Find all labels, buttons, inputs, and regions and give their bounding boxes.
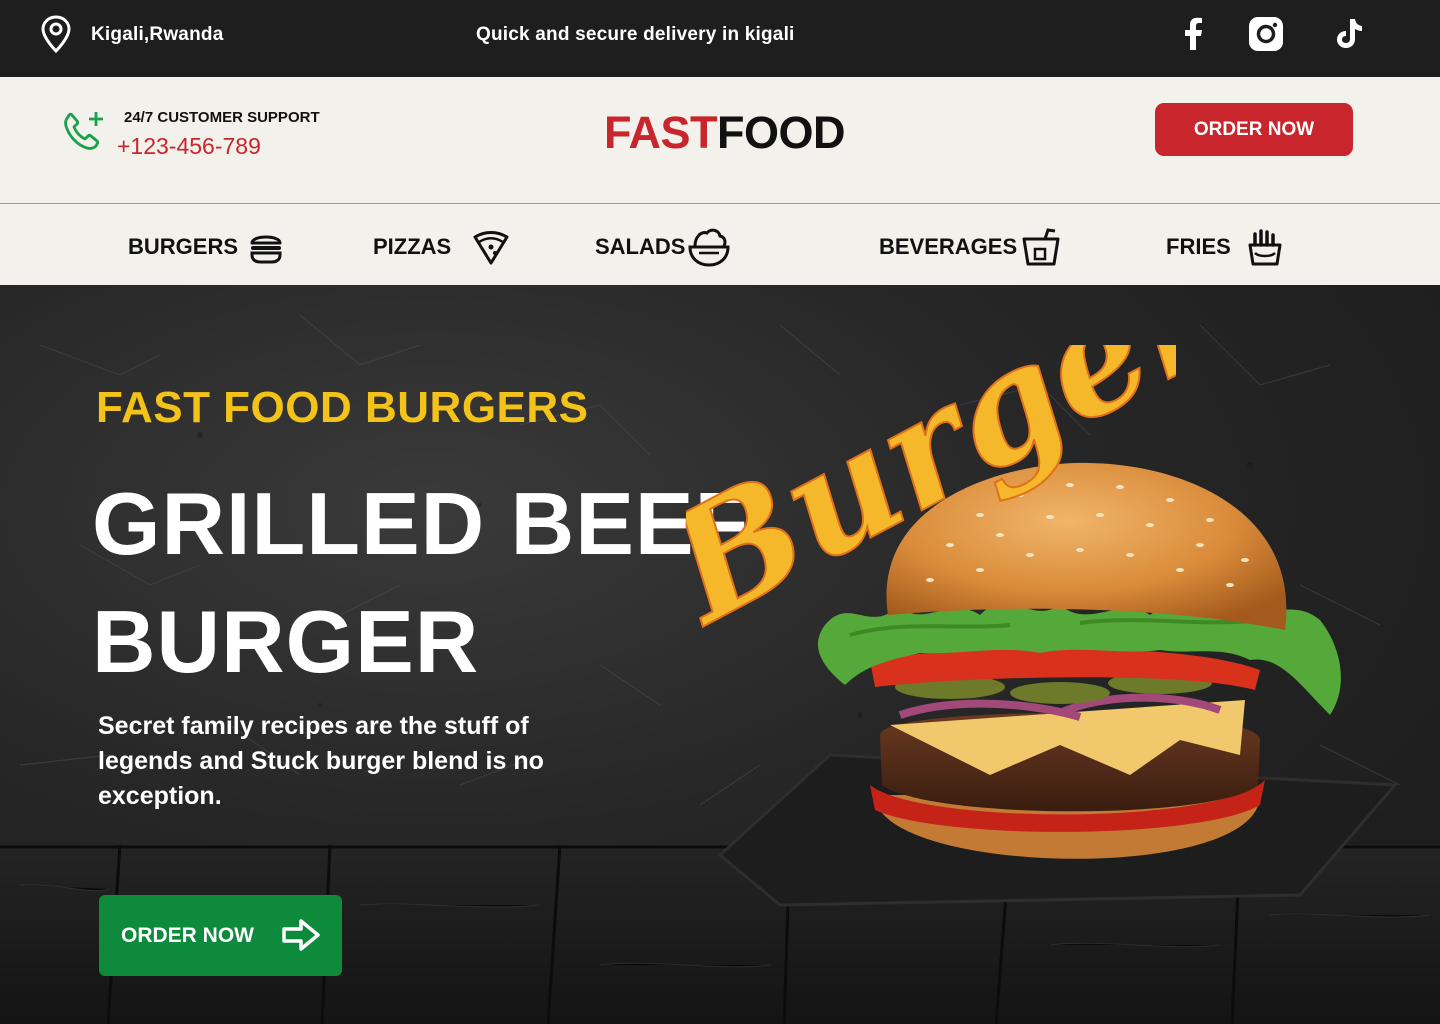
hero-description: Secret family recipes are the stuff of l… (98, 712, 544, 810)
phone-add-icon (64, 112, 103, 150)
facebook-icon[interactable] (1174, 14, 1214, 54)
nav-item-beverages[interactable]: BEVERAGES (879, 225, 1061, 269)
tiktok-icon[interactable] (1328, 14, 1368, 54)
hero-title: GRILLED BEEF BURGER (92, 465, 749, 701)
delivery-tagline: Quick and secure delivery in kigali (476, 24, 795, 45)
salad-bowl-icon (688, 228, 730, 267)
hero-kicker: FAST FOOD BURGERS (96, 383, 589, 432)
hero-section: FAST FOOD BURGERS GRILLED BEEF BURGER Se… (0, 285, 1440, 1024)
top-bar: Kigali,Rwanda Quick and secure delivery … (0, 0, 1440, 77)
nav-label: BEVERAGES (879, 234, 1018, 259)
hero-order-now-button[interactable]: ORDER NOW (99, 895, 342, 976)
pizza-icon (473, 231, 509, 265)
hero-title-line1: GRILLED BEEF (92, 474, 750, 573)
instagram-icon[interactable] (1246, 14, 1286, 54)
nav-item-pizzas[interactable]: PIZZAS (373, 225, 511, 269)
beverage-icon (1022, 228, 1060, 266)
nav-label: PIZZAS (373, 234, 452, 259)
nav-label: FRIES (1166, 234, 1231, 259)
hero-title-line2: BURGER (92, 592, 480, 691)
arrow-right-icon (282, 919, 320, 951)
nav-label: SALADS (595, 234, 686, 259)
logo-part-food: FOOD (717, 107, 846, 158)
logo-part-fast: FAST (604, 107, 718, 158)
fries-icon (1248, 229, 1282, 266)
header: 24/7 CUSTOMER SUPPORT +123-456-789 FASTF… (0, 77, 1440, 204)
nav-item-burgers[interactable]: BURGERS (128, 225, 286, 269)
support-label: 24/7 CUSTOMER SUPPORT (124, 109, 320, 126)
header-order-now-button[interactable]: ORDER NOW (1155, 103, 1353, 156)
nav-item-salads[interactable]: SALADS (595, 225, 731, 269)
cta-label: ORDER NOW (121, 923, 254, 947)
site-logo[interactable]: FASTFOOD (604, 107, 846, 159)
burger-icon (250, 235, 282, 264)
category-nav: BURGERS PIZZAS SALADS BEVERAGES FRIES (0, 205, 1440, 285)
nav-label: BURGERS (128, 234, 239, 259)
location-pin-icon (41, 15, 71, 54)
location-text: Kigali,Rwanda (91, 24, 224, 45)
burgers-script-text: Burgers (686, 345, 1176, 660)
nav-item-fries[interactable]: FRIES (1166, 225, 1285, 269)
script-word: Burgers (686, 345, 1176, 659)
support-phone-number[interactable]: +123-456-789 (117, 133, 261, 160)
